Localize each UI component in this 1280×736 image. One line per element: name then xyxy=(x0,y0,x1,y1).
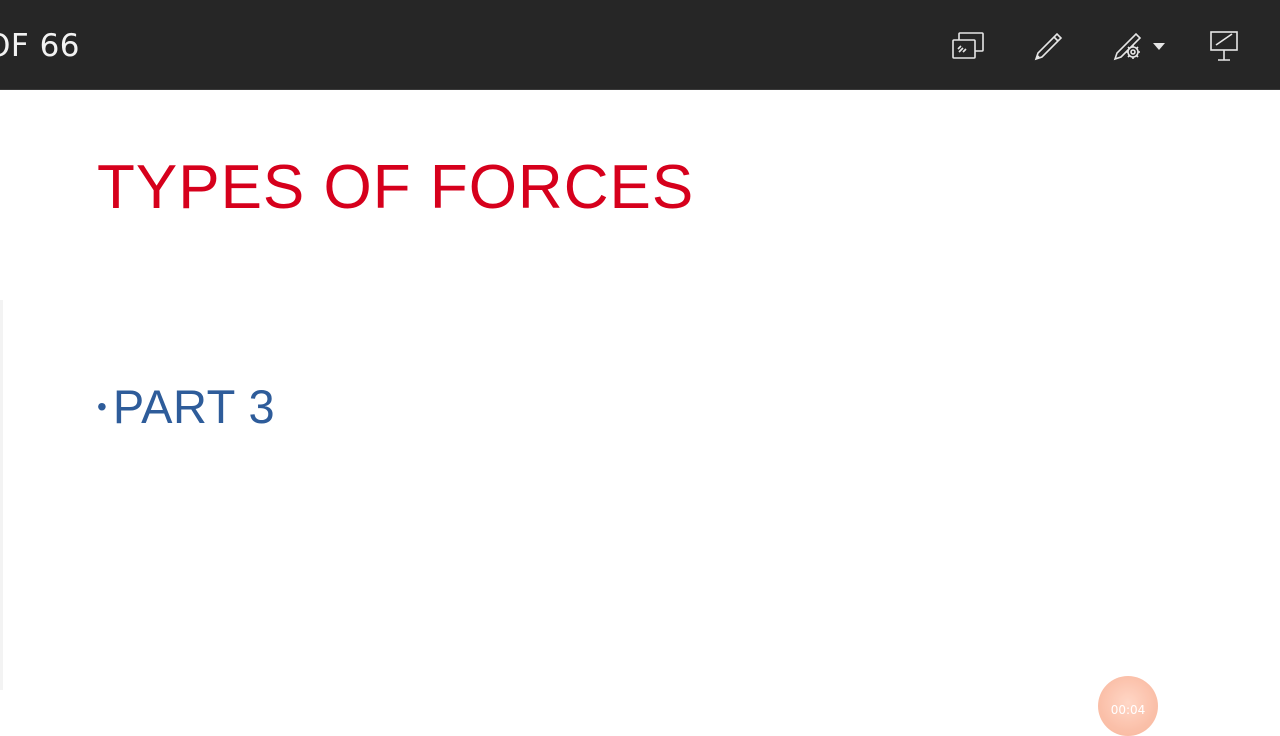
slide-edge xyxy=(0,300,3,690)
highlighter-options-button[interactable] xyxy=(1106,24,1172,68)
pen-icon xyxy=(1030,28,1066,64)
recording-indicator[interactable]: 00:04 xyxy=(1098,676,1158,736)
bullet-marker: • xyxy=(97,391,107,422)
display-settings-button[interactable] xyxy=(946,24,990,68)
slide-counter: OF 66 xyxy=(0,28,81,64)
slide-canvas: TYPES OF FORCES • PART 3 xyxy=(0,90,1280,720)
pen-button[interactable] xyxy=(1026,24,1070,68)
display-settings-icon xyxy=(950,30,986,62)
bullet-item: • PART 3 xyxy=(97,372,275,442)
slide-title: TYPES OF FORCES xyxy=(97,153,695,222)
exit-presentation-button[interactable] xyxy=(1202,24,1246,68)
bullet-text: PART 3 xyxy=(112,380,276,433)
highlighter-gear-icon xyxy=(1111,28,1151,64)
presentation-toolbar: OF 66 xyxy=(0,0,1280,90)
recording-timer: 00:04 xyxy=(1110,703,1146,717)
easel-exit-icon xyxy=(1206,28,1242,64)
chevron-down-icon xyxy=(1151,40,1167,52)
